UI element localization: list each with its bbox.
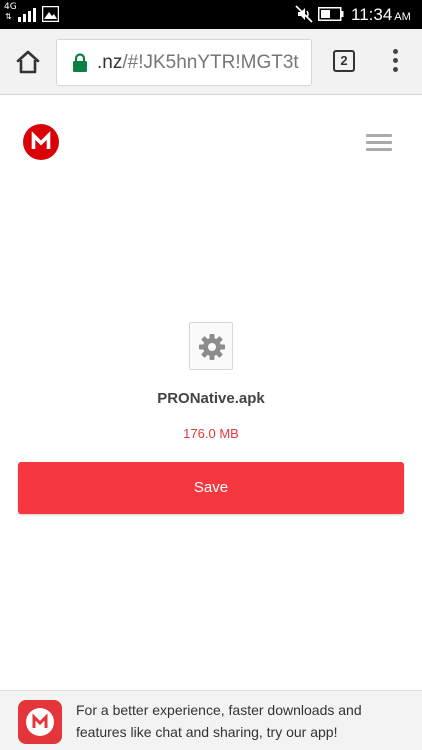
home-icon[interactable] xyxy=(14,48,42,76)
network-type: 4G xyxy=(4,2,17,12)
hamburger-menu-icon[interactable] xyxy=(366,134,392,152)
gear-icon xyxy=(199,334,225,360)
url-domain: .nz xyxy=(97,52,123,73)
mega-logo-glyph xyxy=(31,131,51,149)
data-arrows-icon: ⇅ xyxy=(5,12,12,21)
battery-icon xyxy=(318,7,344,21)
app-promo-text: For a better experience, faster download… xyxy=(76,702,362,740)
clock-time: 11:34 xyxy=(351,5,393,24)
browser-toolbar: .nz/#!JK5hnYTR!MGT3t 2 xyxy=(0,29,422,95)
file-size: 176.0 MB xyxy=(183,426,239,441)
more-vert-icon[interactable] xyxy=(388,49,402,75)
signal-icon xyxy=(18,8,36,22)
status-bar: 4G ⇅ 11:34 AM xyxy=(0,0,422,29)
clock-ampm: AM xyxy=(394,11,411,23)
url-text[interactable]: .nz/#!JK5hnYTR!MGT3t xyxy=(97,51,299,75)
file-name: PRONative.apk xyxy=(157,390,265,407)
gallery-icon xyxy=(42,6,59,22)
mega-app-glyph xyxy=(32,713,48,728)
lock-icon xyxy=(73,53,87,72)
mega-logo-icon[interactable] xyxy=(23,124,59,160)
url-path: /#!JK5hnYTR!MGT3t xyxy=(122,52,299,73)
mega-app-icon-circle xyxy=(26,708,54,736)
save-button[interactable]: Save xyxy=(18,462,404,514)
tab-switcher-button[interactable]: 2 xyxy=(333,50,355,72)
file-type-icon xyxy=(189,322,233,370)
mute-icon xyxy=(295,5,313,23)
mega-app-icon[interactable] xyxy=(18,700,62,744)
app-promo-banner[interactable]: For a better experience, faster download… xyxy=(0,690,422,750)
address-bar[interactable]: .nz/#!JK5hnYTR!MGT3t xyxy=(56,39,312,86)
clock: 11:34 AM xyxy=(351,5,411,27)
